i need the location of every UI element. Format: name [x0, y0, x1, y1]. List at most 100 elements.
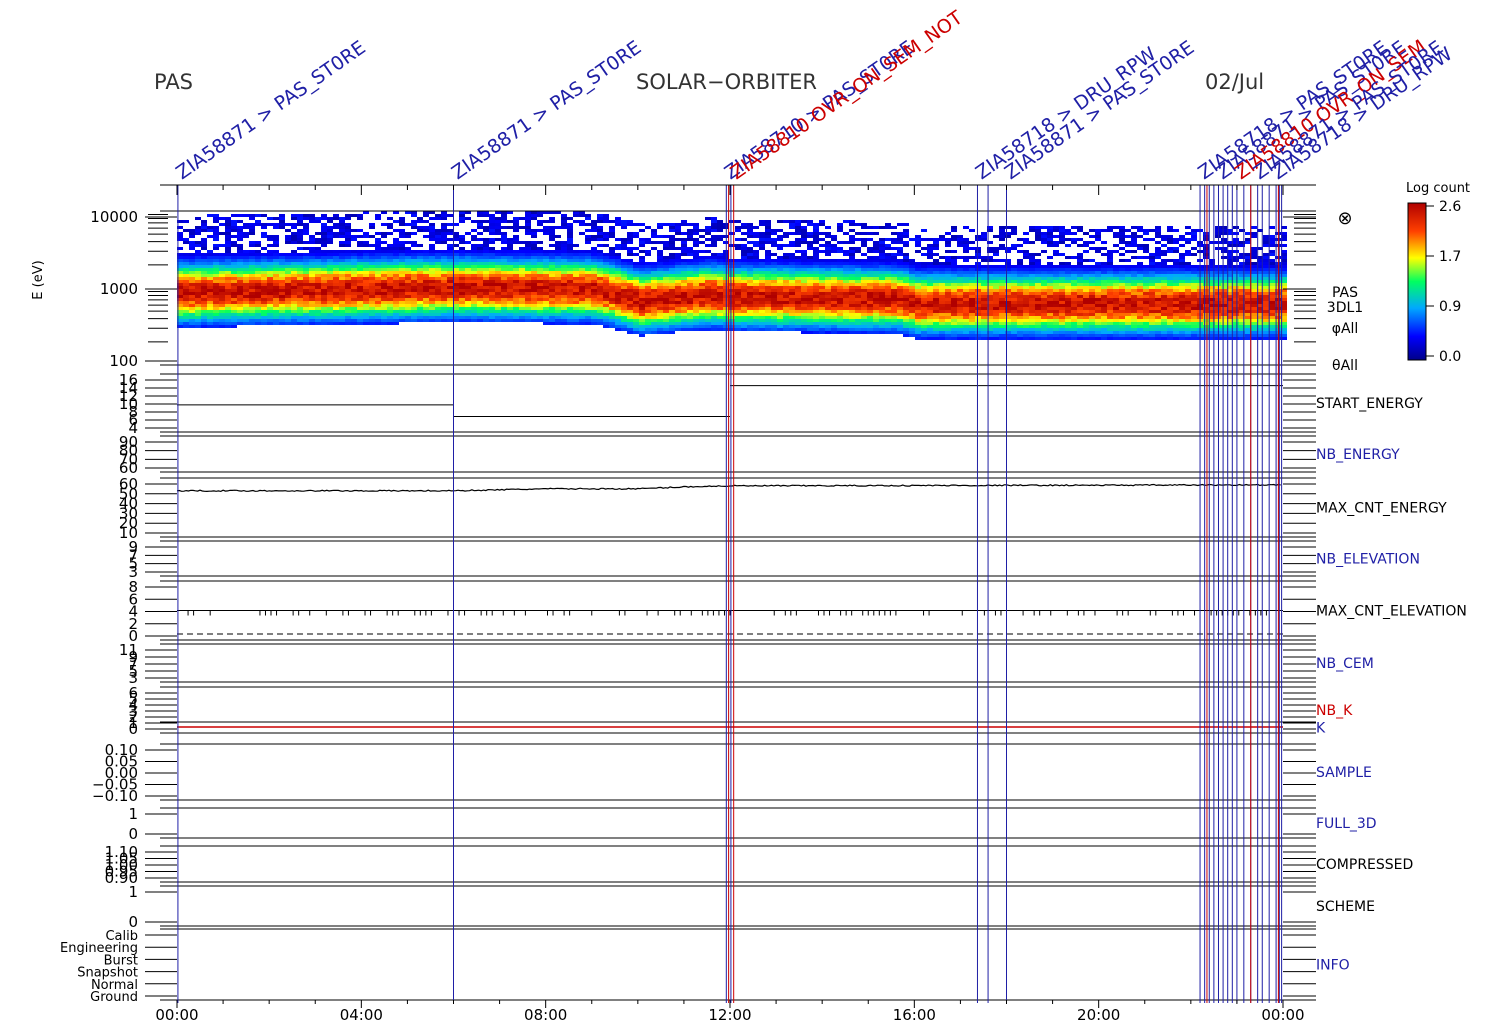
spectrogram-cell: [183, 271, 189, 274]
spectrogram-cell: [717, 301, 723, 304]
spectrogram-cell: [1077, 322, 1083, 325]
spectrogram-cell: [339, 277, 345, 280]
spectrogram-cell: [501, 256, 507, 259]
spectrogram-cell: [999, 235, 1005, 238]
spectrogram-cell: [1107, 256, 1113, 259]
spectrogram-cell: [849, 316, 855, 319]
spectrogram-cell: [681, 268, 687, 271]
spectrogram-cell: [627, 325, 633, 328]
spectrogram-cell: [531, 232, 537, 235]
spectrogram-cell: [771, 271, 777, 274]
spectrogram-cell: [735, 259, 741, 262]
spectrogram-cell: [405, 307, 411, 310]
spectrogram-cell: [1059, 286, 1065, 289]
spectrogram-cell: [783, 289, 789, 292]
spectrogram-cell: [561, 289, 567, 292]
spectrogram-cell: [561, 277, 567, 280]
spectrogram-cell: [501, 280, 507, 283]
spectrogram-cell: [591, 304, 597, 307]
spectrogram-cell: [231, 301, 237, 304]
spectrogram-cell: [213, 274, 219, 277]
spectrogram-cell: [969, 337, 975, 340]
spectrogram-cell: [837, 229, 843, 232]
spectrogram-cell: [369, 235, 375, 238]
spectrogram-cell: [849, 262, 855, 265]
spectrogram-cell: [1041, 304, 1047, 307]
spectrogram-cell: [669, 265, 675, 268]
spectrogram-cell: [771, 325, 777, 328]
spectrogram-cell: [813, 241, 819, 244]
spectrogram-cell: [279, 220, 285, 223]
spectrogram-cell: [423, 271, 429, 274]
spectrogram-cell: [819, 280, 825, 283]
spectrogram-cell: [777, 280, 783, 283]
spectrogram-cell: [765, 235, 771, 238]
spectrogram-cell: [783, 232, 789, 235]
spectrogram-cell: [1113, 280, 1119, 283]
spectrogram-cell: [459, 286, 465, 289]
spectrogram-cell: [1083, 280, 1089, 283]
spectrogram-cell: [747, 223, 753, 226]
spectrogram-cell: [717, 226, 723, 229]
spectrogram-cell: [351, 313, 357, 316]
spectrogram-cell: [1065, 286, 1071, 289]
spectrogram-cell: [417, 319, 423, 322]
spectrogram-cell: [663, 244, 669, 247]
spectrogram-cell: [891, 280, 897, 283]
spectrogram-cell: [1107, 304, 1113, 307]
spectrogram-cell: [999, 304, 1005, 307]
spectrogram-cell: [303, 298, 309, 301]
spectrogram-cell: [807, 232, 813, 235]
spectrogram-cell: [681, 313, 687, 316]
spectrogram-cell: [435, 277, 441, 280]
spectrogram-cell: [771, 295, 777, 298]
spectrogram-cell: [225, 304, 231, 307]
spectrogram-cell: [1035, 262, 1041, 265]
spectrogram-cell: [993, 271, 999, 274]
spectrogram-cell: [255, 250, 261, 253]
spectrogram-cell: [939, 271, 945, 274]
spectrogram-cell: [783, 256, 789, 259]
spectrogram-cell: [1077, 325, 1083, 328]
spectrogram-cell: [885, 310, 891, 313]
spectrogram-cell: [1011, 298, 1017, 301]
spectrogram-cell: [933, 283, 939, 286]
spectrogram-cell: [327, 220, 333, 223]
spectrogram-cell: [483, 247, 489, 250]
spectrogram-cell: [411, 256, 417, 259]
spectrogram-cell: [237, 247, 243, 250]
spectrogram-cell: [321, 301, 327, 304]
spectrogram-cell: [297, 241, 303, 244]
spectrogram-cell: [705, 307, 711, 310]
spectrogram-cell: [423, 292, 429, 295]
spectrogram-cell: [303, 262, 309, 265]
spectrogram-cell: [201, 229, 207, 232]
spectrogram-cell: [393, 322, 399, 325]
spectrogram-cell: [561, 322, 567, 325]
spectrogram-cell: [441, 304, 447, 307]
spectrogram-cell: [645, 283, 651, 286]
spectrogram-cell: [525, 223, 531, 226]
spectrogram-cell: [387, 265, 393, 268]
spectrogram-cell: [1005, 301, 1011, 304]
spectrogram-cell: [267, 268, 273, 271]
spectrogram-cell: [861, 322, 867, 325]
spectrogram-cell: [543, 232, 549, 235]
spectrogram-cell: [567, 256, 573, 259]
spectrogram-cell: [837, 298, 843, 301]
spectrogram-cell: [669, 253, 675, 256]
spectrogram-cell: [903, 277, 909, 280]
spectrogram-cell: [609, 253, 615, 256]
spectrogram-cell: [249, 232, 255, 235]
spectrogram-cell: [1077, 271, 1083, 274]
spectrogram-cell: [693, 232, 699, 235]
spectrogram-cell: [501, 220, 507, 223]
spectrogram-cell: [1029, 271, 1035, 274]
spectrogram-cell: [669, 295, 675, 298]
spectrogram-cell: [957, 280, 963, 283]
spectrogram-cell: [915, 325, 921, 328]
spectrogram-cell: [333, 313, 339, 316]
spectrogram-cell: [477, 298, 483, 301]
spectrogram-cell: [645, 322, 651, 325]
spectrogram-cell: [531, 259, 537, 262]
